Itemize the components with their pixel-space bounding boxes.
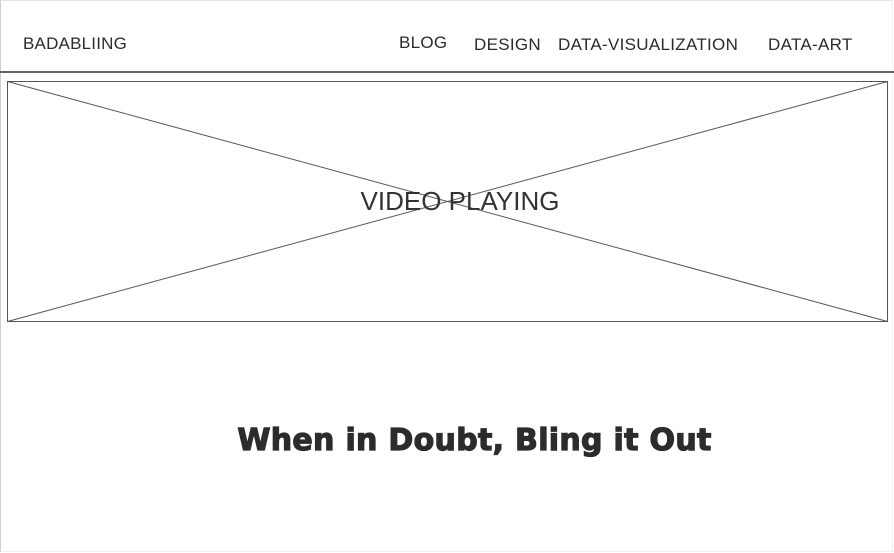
video-player-placeholder[interactable]: VIDEO PLAYING [7, 81, 888, 322]
tagline-heading: When in Doubt, Bling it Out [237, 422, 712, 459]
nav-link-blog[interactable]: BLOG [399, 33, 447, 53]
header-divider [0, 71, 894, 73]
nav-link-data-art[interactable]: DATA-ART [768, 35, 853, 55]
nav-link-design[interactable]: DESIGN [474, 35, 541, 55]
brand-logo-link[interactable]: BADABLIING [23, 34, 127, 54]
nav-link-data-visualization[interactable]: DATA-VISUALIZATION [558, 35, 738, 55]
video-status-label: VIDEO PLAYING [360, 186, 560, 216]
